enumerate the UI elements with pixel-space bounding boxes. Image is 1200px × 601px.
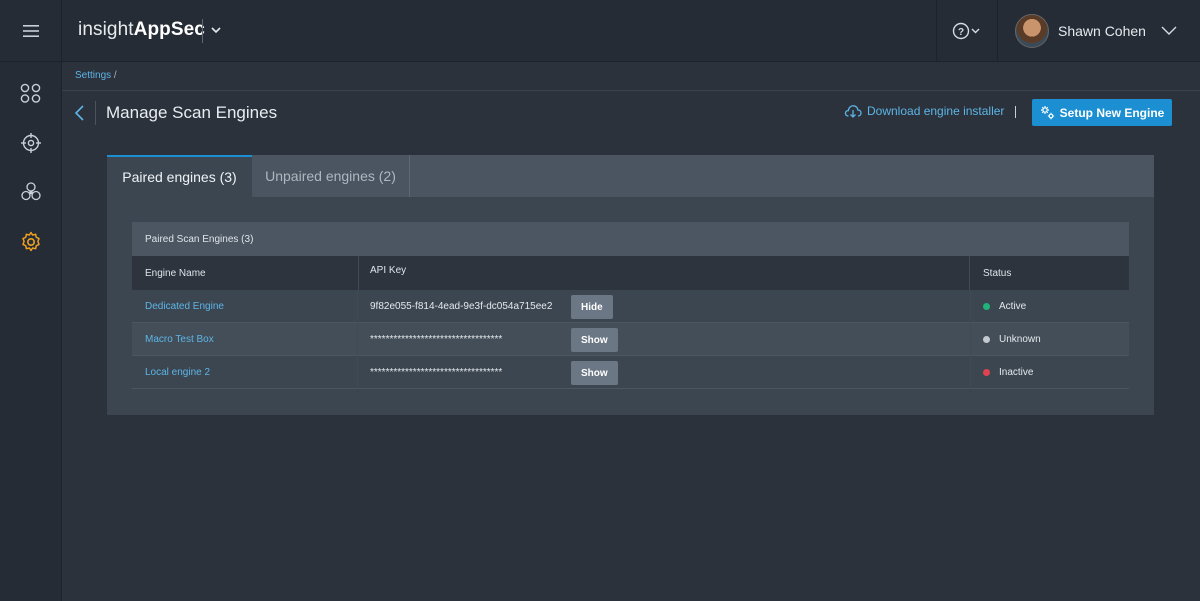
engines-panel: Paired engines (3) Unpaired engines (2) … — [107, 155, 1154, 415]
column-divider — [357, 356, 358, 389]
engine-name-link[interactable]: Dedicated Engine — [145, 290, 224, 323]
api-key-value: ********************************** — [370, 334, 503, 345]
column-divider — [357, 290, 358, 323]
brand-divider — [202, 19, 203, 43]
cloud-download-icon — [844, 105, 862, 118]
status-cell: Inactive — [983, 356, 1033, 389]
sidebar — [0, 62, 62, 601]
table-header: Engine Name API Key Status — [132, 256, 1129, 290]
table-row: Macro Test Box *************************… — [132, 323, 1129, 356]
help-button[interactable]: ? — [936, 0, 998, 62]
hamburger-icon — [22, 25, 39, 37]
api-key-value: 9f82e055-f814-4ead-9e3f-dc054a715ee2 — [370, 301, 553, 312]
engine-name-link[interactable]: Macro Test Box — [145, 323, 214, 356]
table-row: Dedicated Engine 9f82e055-f814-4ead-9e3f… — [132, 290, 1129, 323]
menu-button[interactable] — [0, 0, 62, 62]
column-header-status: Status — [983, 267, 1012, 279]
chevron-down-icon[interactable] — [208, 22, 224, 38]
download-installer-link[interactable]: Download engine installer — [844, 104, 1004, 118]
status-label: Active — [999, 301, 1027, 312]
status-cell: Active — [983, 290, 1026, 323]
biohazard-icon[interactable] — [19, 180, 43, 204]
engine-name-link[interactable]: Local engine 2 — [145, 356, 210, 389]
column-header-divider — [358, 256, 970, 290]
column-divider — [970, 356, 971, 389]
paired-engines-table: Paired Scan Engines (3) Engine Name API … — [132, 222, 1129, 389]
svg-text:?: ? — [958, 27, 964, 38]
column-divider — [357, 323, 358, 356]
breadcrumb-settings-link[interactable]: Settings — [75, 70, 111, 81]
apps-grid-icon[interactable] — [19, 81, 43, 105]
avatar — [1015, 14, 1049, 48]
setup-new-engine-label: Setup New Engine — [1059, 105, 1165, 120]
back-divider — [95, 101, 96, 125]
gear-icon[interactable] — [19, 230, 43, 254]
show-key-button[interactable]: Show — [571, 328, 618, 352]
status-cell: Unknown — [983, 323, 1041, 356]
target-icon[interactable] — [19, 131, 43, 155]
brand-prefix: insight — [78, 19, 134, 40]
column-divider — [970, 290, 971, 323]
table-title: Paired Scan Engines (3) — [132, 222, 1129, 256]
status-label: Inactive — [999, 367, 1034, 378]
action-divider — [1015, 106, 1016, 118]
breadcrumb-separator: / — [111, 70, 117, 81]
top-bar: insight AppSec ? Shawn Cohen — [0, 0, 1200, 62]
help-circle-icon: ? — [952, 22, 980, 40]
status-dot-inactive — [983, 369, 990, 376]
tab-bar: Paired engines (3) Unpaired engines (2) — [107, 155, 1154, 197]
tab-paired-engines[interactable]: Paired engines (3) — [107, 155, 252, 197]
setup-new-engine-button[interactable]: Setup New Engine — [1032, 99, 1172, 126]
column-header-engine-name: Engine Name — [145, 267, 206, 279]
column-header-api-key: API Key — [370, 264, 407, 276]
api-key-value: ********************************** — [370, 367, 503, 378]
user-menu[interactable]: Shawn Cohen — [999, 0, 1200, 62]
gears-icon — [1040, 106, 1054, 120]
status-label: Unknown — [999, 334, 1041, 345]
header-divider — [62, 90, 1200, 91]
download-installer-label: Download engine installer — [867, 104, 1005, 118]
chevron-left-icon[interactable] — [72, 104, 88, 122]
table-row: Local engine 2 *************************… — [132, 356, 1129, 389]
brand-product: AppSec — [133, 19, 205, 40]
tab-unpaired-engines[interactable]: Unpaired engines (2) — [252, 155, 410, 197]
show-key-button[interactable]: Show — [571, 361, 618, 385]
status-dot-unknown — [983, 336, 990, 343]
status-dot-active — [983, 303, 990, 310]
page-title: Manage Scan Engines — [106, 103, 278, 122]
chevron-down-icon — [1161, 26, 1177, 35]
app-brand[interactable]: insight AppSec — [78, 19, 205, 41]
column-divider — [970, 323, 971, 356]
hide-key-button[interactable]: Hide — [571, 295, 613, 319]
breadcrumb: Settings / — [75, 70, 117, 81]
user-name: Shawn Cohen — [1058, 23, 1146, 39]
